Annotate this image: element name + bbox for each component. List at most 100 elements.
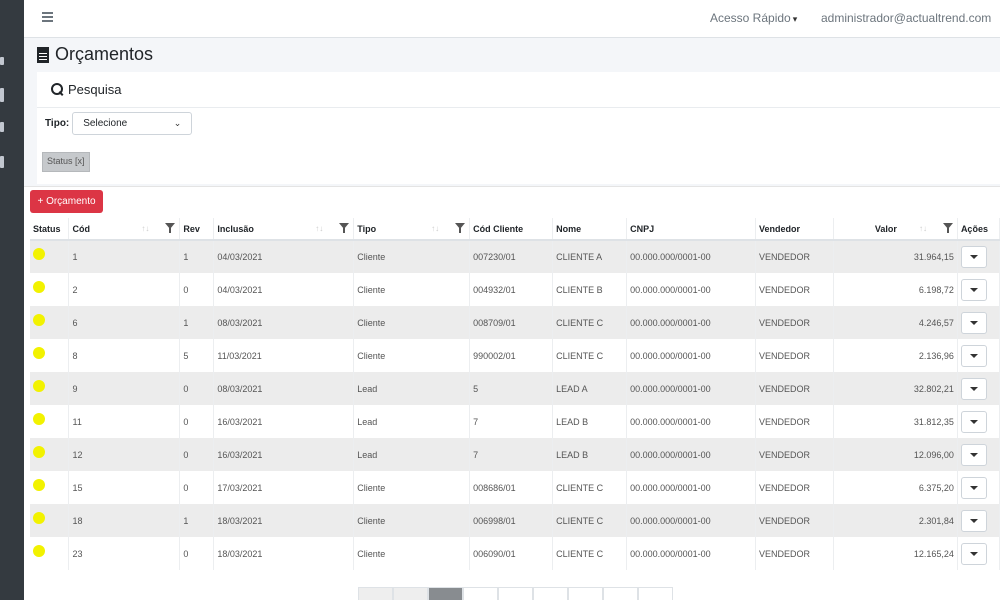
cell-vendedor: VENDEDOR (755, 339, 834, 372)
table-row[interactable]: 6 1 08/03/2021 Cliente 008709/01 CLIENTE C 00.… (30, 306, 1000, 339)
cell-vendedor: VENDEDOR (755, 273, 834, 306)
cell-cod-cliente: 7 (469, 438, 554, 471)
filter-icon[interactable] (455, 223, 466, 233)
row-actions-button[interactable] (960, 246, 987, 268)
caret-down-icon (969, 320, 978, 325)
page-button[interactable] (498, 587, 533, 600)
tipo-select[interactable]: Selecione ⌄ (72, 112, 193, 135)
cell-cnpj: 00.000.000/0001-00 (626, 504, 757, 537)
col-header-nome[interactable]: Nome (552, 218, 628, 241)
cell-cod-cliente: 7 (469, 405, 554, 438)
actions-cell (957, 471, 1000, 504)
cell-cod-cliente: 008686/01 (469, 471, 554, 504)
col-header-rev[interactable]: Rev (179, 218, 215, 241)
dashboard-icon[interactable] (0, 57, 4, 65)
col-header-cod[interactable]: Cód ↑↓ (68, 218, 181, 241)
cell-cnpj: 00.000.000/0001-00 (626, 339, 757, 372)
table-row[interactable]: 8 5 11/03/2021 Cliente 990002/01 CLIENTE C 00.… (30, 339, 1000, 372)
cell-nome: CLIENTE C (552, 306, 628, 339)
status-filter-chip[interactable]: Status [x] (42, 152, 90, 172)
quick-access-dropdown[interactable]: Acesso Rápido ▾ (710, 11, 797, 25)
cell-vendedor: VENDEDOR (755, 537, 834, 570)
col-header-vendedor[interactable]: Vendedor (755, 218, 834, 241)
filter-icon[interactable] (942, 223, 953, 233)
sort-icon[interactable]: ↑↓ (141, 224, 149, 233)
table-row[interactable]: 15 0 17/03/2021 Cliente 008686/01 CLIENTE C 00… (30, 471, 1000, 504)
status-cell (30, 537, 70, 570)
sitemap-icon[interactable] (0, 88, 4, 102)
cell-cod: 1 (68, 240, 181, 273)
row-actions-button[interactable] (960, 509, 987, 532)
add-budget-button[interactable]: + Orçamento (30, 190, 103, 213)
top-navbar: Acesso Rápido ▾ administrador@actualtrend… (24, 0, 1000, 38)
row-actions-button[interactable] (960, 278, 987, 301)
search-header[interactable]: Pesquisa (37, 72, 1000, 108)
filter-icon[interactable] (339, 223, 350, 233)
cell-cnpj: 00.000.000/0001-00 (626, 471, 757, 504)
page-prev-button[interactable] (393, 587, 428, 600)
row-actions-button[interactable] (960, 344, 987, 367)
table-row[interactable]: 1 1 04/03/2021 Cliente 007230/01 CLIENTE A 00.… (30, 240, 1000, 273)
actions-cell (957, 438, 1000, 471)
status-cell (30, 240, 70, 273)
col-header-label: Cód (72, 223, 90, 234)
cell-inclusao: 16/03/2021 (213, 438, 355, 471)
budgets-table: Status Cód ↑↓ Rev Inclusão ↑↓ Tipo ↑↓ Cód C… (30, 218, 1000, 570)
row-actions-button[interactable] (960, 311, 987, 334)
document-icon[interactable] (0, 156, 4, 168)
actions-cell (957, 240, 1000, 273)
user-menu[interactable]: administrador@actualtrend.com (821, 11, 991, 25)
sort-icon[interactable]: ↑↓ (431, 224, 439, 233)
cell-nome: LEAD A (552, 372, 628, 405)
caret-down-icon (969, 419, 978, 424)
page-button[interactable] (533, 587, 568, 600)
sort-icon[interactable]: ↑↓ (315, 224, 323, 233)
col-header-label: Inclusão (217, 223, 254, 234)
users-icon[interactable] (0, 122, 4, 132)
table-row[interactable]: 23 0 18/03/2021 Cliente 006090/01 CLIENTE C 00… (30, 537, 1000, 570)
search-icon (51, 83, 64, 96)
col-header-status[interactable]: Status (30, 218, 70, 241)
table-row[interactable]: 2 0 04/03/2021 Cliente 004932/01 CLIENTE B 00.… (30, 273, 1000, 306)
cell-rev: 0 (179, 372, 215, 405)
cell-vendedor: VENDEDOR (755, 504, 834, 537)
row-actions-button[interactable] (960, 410, 987, 433)
cell-valor: 2.136,96 (833, 339, 958, 372)
col-header-acoes: Ações (957, 218, 1000, 241)
page-next-button[interactable] (603, 587, 638, 600)
col-header-cod-cliente[interactable]: Cód Cliente (469, 218, 554, 241)
cell-tipo: Lead (353, 372, 471, 405)
status-cell (30, 471, 70, 504)
cell-inclusao: 18/03/2021 (213, 537, 355, 570)
cell-cod-cliente: 5 (469, 372, 554, 405)
col-header-valor[interactable]: Valor ↑↓ (833, 218, 958, 241)
page-first-button[interactable] (358, 587, 393, 600)
page-title: Orçamentos (37, 44, 153, 65)
page-button[interactable] (463, 587, 498, 600)
row-actions-button[interactable] (960, 377, 987, 400)
menu-toggle-icon[interactable] (42, 12, 53, 22)
table-row[interactable]: 12 0 16/03/2021 Lead 7 LEAD B 00.000.000/0001-… (30, 438, 1000, 471)
row-actions-button[interactable] (960, 443, 987, 466)
col-header-inclusao[interactable]: Inclusão ↑↓ (213, 218, 355, 241)
table-row[interactable]: 18 1 18/03/2021 Cliente 006998/01 CLIENTE C 00… (30, 504, 1000, 537)
table-row[interactable]: 9 0 08/03/2021 Lead 5 LEAD A 00.000.000/0001-0… (30, 372, 1000, 405)
file-text-icon (37, 46, 49, 63)
col-header-cnpj[interactable]: CNPJ (626, 218, 757, 241)
filter-icon[interactable] (165, 223, 176, 233)
sidebar (0, 0, 24, 600)
actions-cell (957, 306, 1000, 339)
page-last-button[interactable] (638, 587, 673, 600)
table-row[interactable]: 11 0 16/03/2021 Lead 7 LEAD B 00.000.000/0001-… (30, 405, 1000, 438)
cell-valor: 31.964,15 (833, 240, 958, 273)
cell-nome: LEAD B (552, 438, 628, 471)
status-cell (30, 405, 70, 438)
row-actions-button[interactable] (960, 476, 987, 499)
page-current-button[interactable] (428, 587, 463, 600)
col-header-tipo[interactable]: Tipo ↑↓ (353, 218, 471, 241)
status-cell (30, 306, 70, 339)
row-actions-button[interactable] (960, 542, 987, 565)
cell-nome: CLIENTE A (552, 240, 628, 273)
page-button[interactable] (568, 587, 603, 600)
sort-icon[interactable]: ↑↓ (919, 224, 927, 233)
